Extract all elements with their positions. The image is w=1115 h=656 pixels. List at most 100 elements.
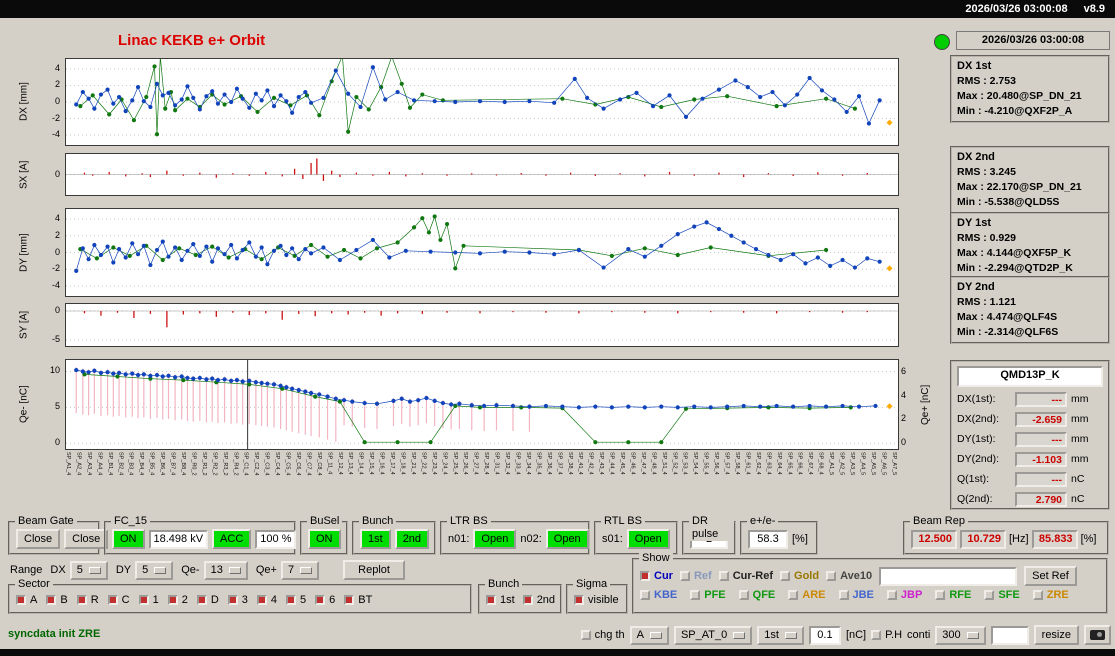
sector-checkbox[interactable]: BT [344,594,372,606]
show-region-checkbox[interactable]: QFE [738,589,776,601]
sector-checkbox[interactable]: 4 [256,594,277,606]
show-series-label: Cur [654,570,673,582]
bunch-checkbox[interactable]: 2nd [522,594,555,606]
sector-checkbox[interactable]: 6 [315,594,335,606]
show-region-checkbox[interactable]: PFE [690,589,726,601]
qmd-label: DX(1st): [957,393,996,405]
show-region-label: SFE [998,589,1020,601]
fc15-on-button[interactable]: ON [112,529,145,549]
rtl-s01-open-button[interactable]: Open [626,529,670,549]
sector-checkbox[interactable]: 3 [227,594,248,606]
ltr-n01-open-button[interactable]: Open [473,529,517,549]
ltr-n02-open-button[interactable]: Open [545,529,589,549]
beam-rep-value-3: 85.833 [1031,529,1078,549]
show-series-checkbox[interactable]: Cur [640,570,673,582]
qmd-value: --- [1015,391,1067,407]
snapshot-button[interactable] [1084,625,1111,645]
set-ref-entry[interactable] [879,566,1018,586]
beam-rep-value-2: 10.729 [960,529,1006,549]
checkbox-indicator-icon [780,571,791,581]
titlebar-version: v8.9 [1083,3,1105,15]
stat-min: Min : -2.314@QLF6S [957,326,1059,338]
show-region-checkbox[interactable]: JBP [886,589,922,601]
sector-checkbox[interactable]: 1 [138,594,159,606]
show-series-label: Gold [794,570,820,582]
show-region-checkbox[interactable]: RFE [935,589,971,601]
dx-plot-area[interactable] [65,58,899,146]
show-series-checkbox[interactable]: Ave10 [826,570,872,582]
sector-checkbox[interactable]: R [76,594,99,606]
show-region-checkbox[interactable]: KBE [640,589,677,601]
sector-checkbox[interactable]: 5 [286,594,306,606]
charge-plot-area[interactable] [65,359,899,450]
threshold-field[interactable]: 0.1 [808,625,841,645]
qmd-unit: nC [1071,493,1085,505]
monitor-name-field[interactable]: QMD13P_K [957,366,1103,387]
bunch-2nd-button[interactable]: 2nd [394,529,430,549]
show-region-label: QFE [752,589,776,601]
sigma-group-label: Sigma [573,578,611,591]
checkbox-indicator-icon [16,595,26,605]
checkbox-indicator-icon [76,595,87,605]
fc15-percent-field[interactable]: 100 % [255,529,297,549]
epe-ratio-field[interactable]: 58.3 [748,529,788,549]
range-option-menu[interactable]: 13 [203,560,248,580]
checkbox-indicator-icon [838,590,849,600]
dy-chart: DY [mm] 4 2 0 -2 -4 [0,208,945,297]
range-option-value: 5 [142,564,149,576]
range-item-name: DX [50,564,66,576]
beam-gate-close-button-1[interactable]: Close [16,529,61,549]
replot-button[interactable]: Replot [343,560,406,580]
sector-checkbox-label: 1 [152,594,159,606]
checkbox-indicator-icon [580,630,591,640]
fc15-group: FC_15 ON 18.498 kV ACC 100 % [104,515,297,555]
sx-chart: SX [A] 0 [0,153,945,196]
ph-checkbox[interactable]: P.H [871,629,902,641]
dx-axis-ticks: 4 2 0 -2 -4 [51,62,60,140]
show-region-checkbox[interactable]: JBE [838,589,874,601]
sector-checkbox[interactable]: D [196,594,219,606]
show-region-checkbox[interactable]: ARE [788,589,826,601]
range-label: Range [10,564,43,576]
show-region-checkbox[interactable]: ZRE [1032,589,1069,601]
monitor-option-menu[interactable]: SP_AT_0 [673,625,753,645]
sector-checkbox[interactable]: C [107,594,130,606]
dy-axis-label: DY [mm] [18,233,30,272]
interval-option-menu[interactable]: 300 [935,625,986,645]
show-group-label: Show [639,552,673,565]
qmd-unit: mm [1071,433,1089,445]
checkbox-indicator-icon [1032,590,1043,600]
show-region-label: KBE [654,589,678,601]
sy-plot-area[interactable] [65,303,899,347]
range-option-menu[interactable]: 5 [69,560,108,580]
bunch-1st-button[interactable]: 1st [360,529,391,549]
fc15-acc-button[interactable]: ACC [212,529,252,549]
sector-checkbox[interactable]: 2 [167,594,188,606]
qmd-unit: nC [1071,473,1085,485]
sector-checkbox[interactable]: B [46,594,68,606]
sigma-visible-checkbox[interactable]: visible [574,594,619,606]
show-region-label: ARE [802,589,826,601]
chg-th-checkbox[interactable]: chg th [580,629,625,641]
range-option-menu[interactable]: 7 [280,560,320,580]
show-series-checkbox[interactable]: Gold [780,570,819,582]
resize-button[interactable]: resize [1033,625,1079,645]
qmd-row: DY(2nd): -1.103 mm [957,449,1103,469]
bunch-option-menu[interactable]: 1st [757,625,804,645]
mode-option-menu[interactable]: A [629,625,669,645]
bunch-checkbox[interactable]: 1st [486,594,515,606]
show-series-checkbox[interactable]: Cur-Ref [718,570,773,582]
sector-checkbox[interactable]: A [16,594,37,606]
set-ref-button[interactable]: Set Ref [1024,566,1077,586]
blank-field[interactable] [990,625,1029,645]
fc15-kv-field[interactable]: 18.498 kV [148,529,209,549]
busel-on-button[interactable]: ON [308,529,341,549]
sx-plot-area[interactable] [65,153,899,196]
show-region-checkbox[interactable]: SFE [984,589,1020,601]
range-option-menu[interactable]: 5 [135,560,174,580]
show-series-checkbox[interactable]: Ref [679,570,712,582]
beam-gate-close-button-2[interactable]: Close [64,529,109,549]
beam-rep-value-1: 12.500 [911,529,957,549]
dy-plot-area[interactable] [65,208,899,297]
checkbox-indicator-icon [935,590,946,600]
